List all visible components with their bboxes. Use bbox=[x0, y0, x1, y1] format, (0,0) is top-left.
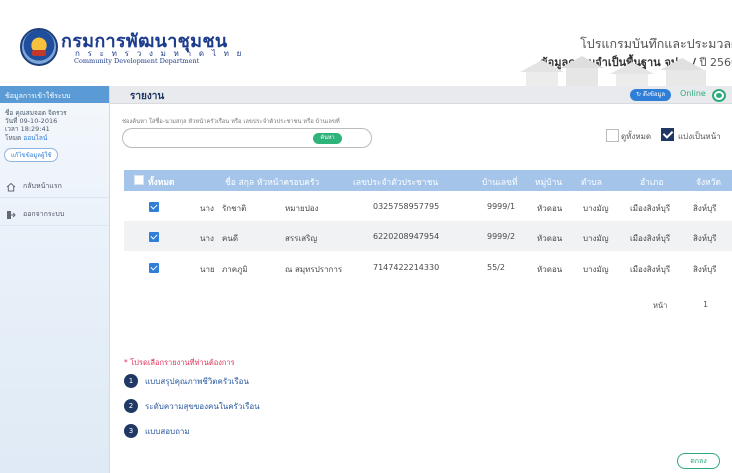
col-header-id: เลขประจำตัวประชาชน bbox=[353, 178, 439, 188]
report-option-label: แบบสอบถาม bbox=[145, 426, 190, 436]
sidebar-item-home[interactable]: กลับหน้าแรก bbox=[0, 176, 109, 198]
sidebar-item-logout[interactable]: ออกจากระบบ bbox=[0, 204, 109, 226]
page-break-label: แบ่งเป็นหน้า bbox=[678, 132, 721, 141]
login-date: วันที่ 09-10-2016 bbox=[5, 117, 58, 126]
department-logo bbox=[20, 28, 58, 66]
cell-prefix: นาย bbox=[200, 265, 215, 274]
cell-province: สิงห์บุรี bbox=[693, 234, 717, 243]
col-header-house: บ้านเลขที่ bbox=[482, 178, 518, 188]
select-all-checkbox[interactable] bbox=[134, 175, 144, 185]
cell-district: เมืองสิงห์บุรี bbox=[630, 265, 671, 274]
app-header: กรมการพัฒนาชุมชน ก ร ะ ท ร ว ง ม ห า ด ไ… bbox=[0, 0, 732, 86]
confirm-button[interactable]: ตกลง bbox=[677, 453, 720, 469]
cell-village: หัวดอน bbox=[537, 234, 563, 243]
cell-province: สิงห์บุรี bbox=[693, 265, 717, 274]
org-name-en: Community Development Department bbox=[74, 57, 200, 65]
pager-current-page[interactable]: 1 bbox=[703, 300, 708, 309]
cell-last-name: ณ สมุทรปราการ bbox=[285, 265, 343, 274]
refresh-data-button[interactable]: ↻ ดึงข้อมูล bbox=[630, 89, 672, 101]
mode-label: โหมด bbox=[5, 133, 22, 142]
col-header-province: จังหวัด bbox=[696, 178, 722, 188]
cell-village: หัวดอน bbox=[537, 265, 563, 274]
cell-province: สิงห์บุรี bbox=[693, 204, 717, 213]
online-status-label: Online bbox=[680, 89, 706, 98]
pager-label: หน้า bbox=[653, 301, 668, 310]
sidebar-item-label: กลับหน้าแรก bbox=[23, 182, 62, 190]
cell-house-no: 9999/2 bbox=[487, 232, 516, 241]
page-break-checkbox[interactable] bbox=[661, 128, 674, 141]
cell-last-name: สรรเสริญ bbox=[285, 234, 318, 243]
col-header-all: ทั้งหมด bbox=[148, 178, 175, 188]
table-row[interactable]: นาง รักชาติ หมายปอง 0325758957795 9999/1… bbox=[124, 191, 732, 221]
mode-status: โหมด ออนไลน์ bbox=[5, 134, 104, 142]
refresh-data-label: ดึงข้อมูล bbox=[642, 91, 666, 98]
view-all-label: ดูทั้งหมด bbox=[621, 132, 652, 141]
cell-first-name: คนดี bbox=[222, 234, 239, 243]
col-header-village: หมู่บ้าน bbox=[535, 178, 563, 188]
refresh-icon: ↻ bbox=[636, 91, 643, 98]
row-checkbox[interactable] bbox=[149, 202, 159, 212]
cell-district: เมืองสิงห์บุรี bbox=[630, 204, 671, 213]
cell-prefix: นาง bbox=[200, 234, 214, 243]
cell-citizen-id: 0325758957795 bbox=[373, 202, 440, 211]
sidebar: ข้อมูลการเข้าใช้ระบบ ชื่อ คุณสมจอด จิตรว… bbox=[0, 86, 110, 473]
table-header: ทั้งหมด ชื่อ สกุล หัวหน้าครอบครัว เลขประ… bbox=[124, 170, 732, 191]
search-hint: ช่องค้นหา ใส่ชื่อ-นามสกุล หัวหน้าครัวเรื… bbox=[122, 119, 340, 125]
view-all-checkbox[interactable] bbox=[606, 129, 619, 142]
report-number-badge: 3 bbox=[124, 424, 138, 438]
report-hint: * โปรดเลือกรายงานที่ท่านต้องการ bbox=[124, 358, 235, 367]
sidebar-header: ข้อมูลการเข้าใช้ระบบ bbox=[0, 86, 109, 103]
row-checkbox[interactable] bbox=[149, 232, 159, 242]
col-header-district: อำเภอ bbox=[640, 178, 664, 188]
mode-value: ออนไลน์ bbox=[23, 133, 48, 142]
col-header-name: ชื่อ สกุล หัวหน้าครอบครัว bbox=[225, 178, 320, 188]
user-info: ชื่อ คุณสมจอด จิตรวร วันที่ 09-10-2016 เ… bbox=[0, 103, 109, 142]
program-title: โปรแกรมบันทึกและประมวลผล bbox=[580, 36, 732, 51]
toolbar: รายงาน ↻ ดึงข้อมูล Online bbox=[110, 86, 732, 104]
cell-subdistrict: บางมัญ bbox=[583, 204, 609, 213]
cell-first-name: ภาคภูมิ bbox=[222, 265, 248, 274]
cell-subdistrict: บางมัญ bbox=[583, 265, 609, 274]
row-checkbox[interactable] bbox=[149, 263, 159, 273]
cell-prefix: นาง bbox=[200, 204, 214, 213]
report-option-3[interactable]: 3 แบบสอบถาม bbox=[124, 424, 190, 438]
cell-house-no: 9999/1 bbox=[487, 202, 516, 211]
main-content: รายงาน ↻ ดึงข้อมูล Online ช่องค้นหา ใส่ช… bbox=[110, 86, 732, 473]
page-title: รายงาน bbox=[130, 91, 165, 102]
report-number-badge: 2 bbox=[124, 399, 138, 413]
col-header-subdistrict: ตำบล bbox=[581, 178, 602, 188]
report-option-label: แบบสรุปคุณภาพชีวิตครัวเรือน bbox=[145, 376, 249, 386]
houses-illustration bbox=[520, 56, 732, 86]
cell-village: หัวดอน bbox=[537, 204, 563, 213]
online-toggle[interactable] bbox=[712, 89, 726, 102]
table-row[interactable]: นาย ภาคภูมิ ณ สมุทรปราการ 7147422214330 … bbox=[124, 252, 732, 282]
report-option-1[interactable]: 1 แบบสรุปคุณภาพชีวิตครัวเรือน bbox=[124, 374, 249, 388]
logout-icon bbox=[7, 210, 16, 219]
table-row[interactable]: นาง คนดี สรรเสริญ 6220208947954 9999/2 ห… bbox=[124, 221, 732, 251]
user-name: ชื่อ คุณสมจอด จิตรวร bbox=[5, 109, 67, 117]
sidebar-item-label: ออกจากระบบ bbox=[23, 210, 65, 218]
report-number-badge: 1 bbox=[124, 374, 138, 388]
cell-first-name: รักชาติ bbox=[222, 204, 247, 213]
report-option-2[interactable]: 2 ระดับความสุขของคนในครัวเรือน bbox=[124, 399, 260, 413]
cell-citizen-id: 6220208947954 bbox=[373, 232, 440, 241]
cell-subdistrict: บางมัญ bbox=[583, 234, 609, 243]
search-button[interactable]: ค้นหา bbox=[313, 133, 342, 144]
login-time: เวลา 18:29:41 bbox=[5, 125, 50, 134]
cell-last-name: หมายปอง bbox=[285, 204, 319, 213]
cell-district: เมืองสิงห์บุรี bbox=[630, 234, 671, 243]
edit-profile-button[interactable]: แก้ไขข้อมูลผู้ใช้ bbox=[4, 147, 59, 162]
home-icon bbox=[6, 182, 16, 191]
report-option-label: ระดับความสุขของคนในครัวเรือน bbox=[145, 401, 260, 411]
cell-house-no: 55/2 bbox=[487, 263, 505, 272]
cell-citizen-id: 7147422214330 bbox=[373, 263, 440, 272]
